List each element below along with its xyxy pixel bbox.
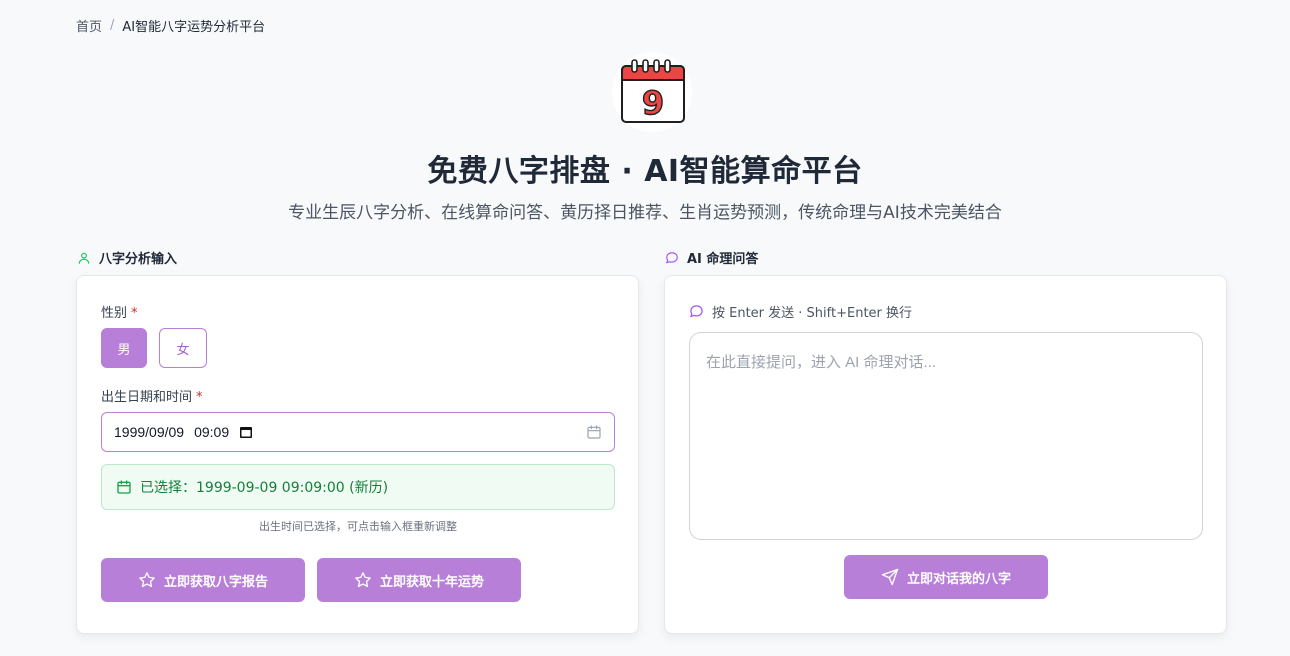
gender-label: 性别 * [101,306,138,321]
send-icon [881,568,899,586]
user-icon [78,252,90,264]
page-title: 免费八字排盘 · AI智能算命平台 [427,154,863,189]
ai-chat-card: 按 Enter 发送 · Shift+Enter 换行 立即对话我的八字 [664,275,1227,634]
selected-datetime-text: 已选择：1999-09-09 09:09:00 (新历) [140,480,389,496]
star-icon [139,572,155,588]
get-decade-fortune-button[interactable]: 立即获取十年运势 [317,558,521,602]
breadcrumb-home-link[interactable]: 首页 [76,16,102,35]
gender-male-button[interactable]: 男 [101,328,147,368]
birth-datetime-input[interactable]: 1999/09/09 09:09 [101,412,615,452]
calendar-icon[interactable] [586,424,602,440]
page-subtitle: 专业生辰八字分析、在线算命问答、黄历择日推荐、生肖运势预测，传统命理与AI技术完… [288,203,1002,223]
required-mark: * [196,390,203,405]
native-calendar-picker-icon[interactable] [239,425,253,439]
logo: 9 [612,52,692,132]
datetime-hint: 出生时间已选择，可点击输入框重新调整 [259,520,457,533]
calendar-icon: 9 [621,59,685,123]
chat-section-heading: AI 命理问答 [665,248,758,267]
chat-bubble-icon [690,305,703,318]
birth-time-value: 09:09 [194,424,230,440]
breadcrumb-current: AI智能八字运势分析平台 [122,20,266,35]
chat-question-input[interactable] [689,332,1203,540]
input-section-title: 八字分析输入 [99,252,178,267]
svg-text:9: 9 [642,84,664,122]
star-icon [355,572,371,588]
birth-datetime-label: 出生日期和时间 * [101,390,203,405]
breadcrumb-separator: / [110,18,115,33]
selected-datetime-status: 已选择：1999-09-09 09:09:00 (新历) [101,464,615,510]
chat-section-title: AI 命理问答 [687,252,759,267]
chat-hint-text: 按 Enter 发送 · Shift+Enter 换行 [712,306,913,321]
bazi-input-card: 性别 * 男 女 出生日期和时间 * 1999/09/09 09:09 已选择：19… [76,275,639,634]
required-mark: * [131,306,138,321]
birth-date-value: 1999/09/09 [114,424,185,440]
chat-hint: 按 Enter 发送 · Shift+Enter 换行 [689,302,912,321]
gender-female-button[interactable]: 女 [159,328,207,368]
chat-bubble-icon [666,251,678,263]
send-chat-button[interactable]: 立即对话我的八字 [844,555,1048,599]
get-bazi-report-button[interactable]: 立即获取八字报告 [101,558,305,602]
breadcrumb: 首页 / AI智能八字运势分析平台 [76,16,265,35]
input-section-heading: 八字分析输入 [77,248,177,267]
calendar-check-icon [117,480,131,494]
